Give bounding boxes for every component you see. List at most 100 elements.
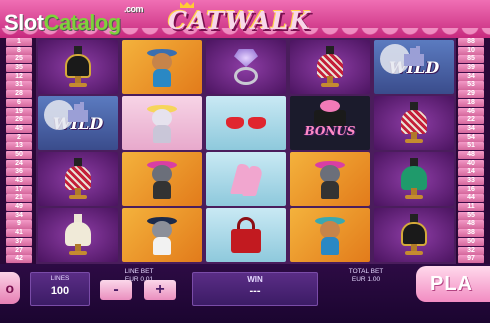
payline-marker-left[interactable]: 25 [6,55,32,64]
payline-marker-left[interactable]: 41 [6,229,32,238]
symbol-bonus: BONUS [290,96,370,150]
logo-text-slot: Slot [4,10,44,35]
reel-4: BONUS [288,38,372,264]
lines-value: 100 [50,285,70,297]
payline-marker-right[interactable]: 48 [458,150,484,160]
payline-marker-left[interactable]: 34 [6,211,32,220]
payline-marker-right[interactable]: 10 [458,46,484,55]
payline-marker-right[interactable]: 40 [458,159,484,168]
payline-marker-left[interactable]: 8 [6,46,32,55]
payline-marker-right[interactable]: 32 [458,246,484,255]
payline-column-left: 1 8 25 35 12 31 28 6 19 26 45 2 13 50 24 36 43 17 21 49 34 9 4… [6,38,32,264]
payline-marker-right[interactable]: 22 [458,116,484,125]
payline-marker-right[interactable]: 39 [458,64,484,73]
payline-marker-right[interactable]: 44 [458,194,484,203]
payline-marker-right[interactable]: 97 [458,255,484,264]
payline-marker-right[interactable]: 11 [458,203,484,212]
symbol-red-handbag [206,208,286,262]
payline-marker-left[interactable]: 13 [6,142,32,151]
payline-marker-left[interactable]: 37 [6,237,32,246]
symbol-cat-pink-hat [122,152,202,206]
payline-marker-right[interactable]: 34 [458,124,484,133]
payline-marker-left[interactable]: 50 [6,150,32,160]
sunglasses-icon [224,113,268,133]
payline-marker-right[interactable]: 54 [458,133,484,142]
payline-marker-left[interactable]: 12 [6,72,32,81]
cat-icon [145,215,179,255]
payline-marker-left[interactable]: 36 [6,168,32,177]
payline-marker-right[interactable]: 46 [458,107,484,116]
payline-marker-right[interactable]: 50 [458,237,484,246]
menu-button[interactable]: o [0,272,20,304]
reel-3 [204,38,288,264]
symbol-wild: WILD [374,40,454,94]
payline-marker-right[interactable]: 48 [458,220,484,229]
menu-button-label: o [5,280,14,296]
line-bet-plus-button[interactable]: + [144,280,176,300]
logo-text-com: .com [124,4,144,14]
payline-marker-left[interactable]: 28 [6,90,32,99]
symbol-cat-umbrella [290,208,370,262]
game-title: CATWALK [168,6,312,35]
payline-marker-left[interactable]: 19 [6,107,32,116]
logo-text-catalog: Catalog [43,10,122,35]
slotcatalog-logo: SlotCatalog .com [4,4,144,36]
payline-marker-left[interactable]: 6 [6,98,32,107]
total-bet-panel: TOTAL BET EUR 1.00 [318,268,414,284]
payline-marker-left[interactable]: 24 [6,159,32,168]
jewelry-bust-icon [399,102,429,144]
payline-marker-right[interactable]: 88 [458,38,484,47]
cat-icon [145,47,179,87]
symbol-jewelry-bust-black [374,208,454,262]
payline-marker-right[interactable]: 53 [458,81,484,90]
payline-marker-right[interactable]: 18 [458,98,484,107]
win-panel: WIN --- [192,272,318,306]
cat-icon [313,159,347,199]
payline-marker-right[interactable]: 85 [458,55,484,64]
payline-marker-right[interactable]: 33 [458,177,484,186]
reel-grid: WILD BONUS WILD [36,38,456,264]
payline-marker-left[interactable]: 35 [6,64,32,73]
reel-1: WILD [36,38,120,264]
cat-icon [313,215,347,255]
symbol-jewelry-bust-red [38,152,118,206]
cat-icon [145,159,179,199]
line-bet-minus-button[interactable]: - [100,280,132,300]
payline-marker-left[interactable]: 2 [6,133,32,142]
payline-marker-right[interactable]: 29 [458,90,484,99]
diamond-ring-icon [226,47,266,87]
symbol-wild: WILD [38,96,118,150]
payline-marker-right[interactable]: 55 [458,211,484,220]
payline-marker-left[interactable]: 45 [6,124,32,133]
jewelry-bust-icon [399,214,429,256]
total-bet-label: TOTAL BET [348,268,384,275]
play-button[interactable]: PLA [416,266,490,302]
payline-column-right: 88 10 85 39 34 53 29 18 46 22 34 54 51 48 40 14 33 16 44 11… [458,38,484,264]
payline-marker-left[interactable]: 27 [6,246,32,255]
jewelry-bust-icon [399,158,429,200]
payline-marker-left[interactable]: 26 [6,116,32,125]
win-value: --- [249,285,261,297]
payline-marker-left[interactable]: 42 [6,255,32,264]
hatbox-icon [310,100,350,130]
jewelry-bust-icon [63,46,93,88]
payline-marker-right[interactable]: 14 [458,168,484,177]
payline-marker-left[interactable]: 31 [6,81,32,90]
payline-marker-left[interactable]: 17 [6,185,32,194]
payline-marker-right[interactable]: 34 [458,72,484,81]
symbol-jewelry-bust-green [374,152,454,206]
payline-marker-right[interactable]: 16 [458,185,484,194]
symbol-red-sunglasses [206,96,286,150]
jewelry-bust-icon [63,158,93,200]
symbol-jewelry-bust-red [374,96,454,150]
symbol-cat-blonde [122,96,202,150]
win-label: WIN [247,275,263,284]
lines-panel: LINES 100 [30,272,90,306]
payline-marker-left[interactable]: 49 [6,203,32,212]
payline-marker-right[interactable]: 51 [458,142,484,151]
payline-marker-left[interactable]: 9 [6,220,32,229]
payline-marker-left[interactable]: 21 [6,194,32,203]
payline-marker-right[interactable]: 38 [458,229,484,238]
payline-marker-left[interactable]: 43 [6,177,32,186]
payline-marker-left[interactable]: 1 [6,38,32,47]
